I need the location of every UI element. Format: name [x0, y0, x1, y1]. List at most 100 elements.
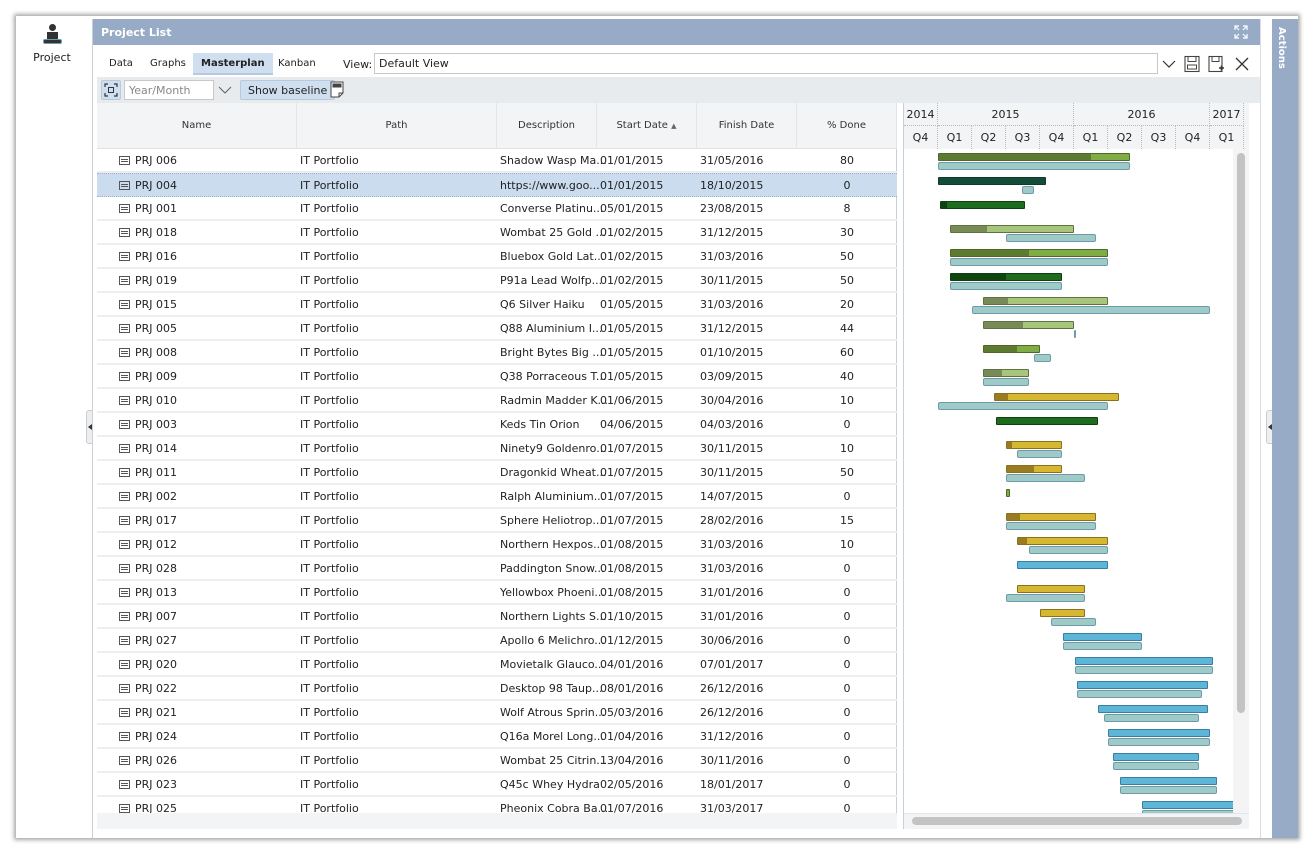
cell-done: 0	[843, 634, 851, 647]
cell-done: 15	[840, 514, 854, 527]
table-row[interactable]: PRJ 012 IT Portfolio Northern Hexpos... 01/…	[97, 533, 897, 557]
gantt-task-bar[interactable]	[1039, 609, 1086, 617]
gantt-task-bar[interactable]	[1017, 537, 1108, 545]
gantt-task-bar[interactable]	[995, 417, 1098, 425]
table-row[interactable]: PRJ 009 IT Portfolio Q38 Porraceous T... 01…	[97, 365, 897, 389]
gantt-task-bar[interactable]	[982, 369, 1030, 377]
gantt-baseline-bar	[938, 162, 1131, 170]
project-record-icon	[119, 516, 130, 525]
table-row[interactable]: PRJ 001 IT Portfolio Converse Platinu... 05…	[97, 197, 897, 221]
tab-masterplan[interactable]: Masterplan	[193, 53, 273, 75]
table-row[interactable]: PRJ 027 IT Portfolio Apollo 6 Melichro... 0…	[97, 629, 897, 653]
cell-done: 44	[840, 322, 854, 335]
table-row[interactable]: PRJ 026 IT Portfolio Wombat 25 Citrin... 13…	[97, 749, 897, 773]
cell-path: IT Portfolio	[300, 226, 359, 239]
table-row[interactable]: PRJ 015 IT Portfolio Q6 Silver Haiku 01/05/…	[97, 293, 897, 317]
cell-done: 0	[843, 562, 851, 575]
cell-path: IT Portfolio	[300, 346, 359, 359]
column-header-finish-date[interactable]: Finish Date	[697, 103, 797, 149]
gantt-task-bar[interactable]	[938, 153, 1131, 161]
time-scale-select[interactable]: Year/Month	[124, 80, 214, 100]
table-row[interactable]: PRJ 017 IT Portfolio Sphere Heliotrop... 01…	[97, 509, 897, 533]
cell-description: Northern Lights S...	[500, 610, 607, 623]
fit-to-screen-button[interactable]	[101, 80, 121, 100]
show-baseline-button[interactable]: Show baseline	[240, 80, 336, 100]
tab-kanban[interactable]: Kanban	[270, 53, 324, 75]
table-row[interactable]: PRJ 003 IT Portfolio Keds Tin Orion 04/06/2…	[97, 413, 897, 437]
table-row[interactable]: PRJ 023 IT Portfolio Q45c Whey Hydra 02/05/…	[97, 773, 897, 797]
gantt-task-bar[interactable]	[994, 393, 1119, 401]
gantt-task-bar[interactable]	[938, 177, 1047, 185]
gantt-task-bar[interactable]	[1112, 753, 1199, 761]
gantt-task-bar[interactable]	[949, 273, 1063, 281]
table-row[interactable]: PRJ 008 IT Portfolio Bright Bytes Big ... 0…	[97, 341, 897, 365]
close-icon[interactable]	[1233, 55, 1251, 73]
cell-finish: 30/11/2015	[700, 466, 764, 479]
gantt-quarter-label: Q3	[1006, 126, 1040, 149]
table-row[interactable]: PRJ 022 IT Portfolio Desktop 98 Taup... 08/…	[97, 677, 897, 701]
gantt-task-bar[interactable]	[949, 249, 1108, 257]
column-header-path[interactable]: Path	[297, 103, 497, 149]
maximize-icon[interactable]	[1234, 25, 1248, 39]
gantt-horizontal-scrollbar-track	[904, 813, 1249, 829]
gantt-quarter-label: Q1	[1210, 126, 1244, 149]
gantt-task-bar[interactable]	[1075, 657, 1213, 665]
gantt-task-bar[interactable]	[982, 321, 1074, 329]
table-row[interactable]: PRJ 016 IT Portfolio Bluebox Gold Lat... 01…	[97, 245, 897, 269]
table-row[interactable]: PRJ 007 IT Portfolio Northern Lights S... 0…	[97, 605, 897, 629]
gantt-baseline-bar	[1103, 714, 1199, 722]
table-row[interactable]: PRJ 018 IT Portfolio Wombat 25 Gold ... 01/…	[97, 221, 897, 245]
chevron-down-icon[interactable]	[1160, 55, 1178, 73]
table-row[interactable]: PRJ 006 IT Portfolio Shadow Wasp Ma... 01/0…	[97, 149, 897, 173]
gantt-task-bar[interactable]	[1062, 633, 1142, 641]
gantt-task-bar[interactable]	[949, 225, 1074, 233]
cell-path: IT Portfolio	[300, 778, 359, 791]
gantt-task-bar[interactable]	[1005, 465, 1063, 473]
table-row[interactable]: PRJ 014 IT Portfolio Ninety9 Goldenro... 01…	[97, 437, 897, 461]
gantt-task-bar[interactable]	[939, 201, 1026, 209]
table-row[interactable]: PRJ 010 IT Portfolio Radmin Madder K... 01/…	[97, 389, 897, 413]
table-row[interactable]: PRJ 011 IT Portfolio Dragonkid Wheat... 01/…	[97, 461, 897, 485]
table-row[interactable]: PRJ 013 IT Portfolio Yellowbox Phoeni... 01…	[97, 581, 897, 605]
table-row[interactable]: PRJ 002 IT Portfolio Ralph Aluminium... 01/…	[97, 485, 897, 509]
gantt-task-bar[interactable]	[1005, 489, 1011, 497]
table-row[interactable]: PRJ 019 IT Portfolio P91a Lead Wolfp... 01/…	[97, 269, 897, 293]
gantt-task-bar[interactable]	[1005, 513, 1096, 521]
chevron-down-icon[interactable]	[216, 81, 234, 99]
view-select[interactable]: Default View	[374, 53, 1158, 74]
cell-finish: 23/08/2015	[700, 202, 764, 215]
gantt-task-bar[interactable]	[1017, 561, 1108, 569]
cell-description: Apollo 6 Melichro...	[500, 634, 605, 647]
table-row[interactable]: PRJ 004 IT Portfolio https://www.goo... 01/…	[97, 173, 897, 197]
project-record-icon	[119, 396, 130, 405]
table-row[interactable]: PRJ 021 IT Portfolio Wolf Atrous Sprin... 0…	[97, 701, 897, 725]
table-row[interactable]: PRJ 024 IT Portfolio Q16a Morel Long... 01/…	[97, 725, 897, 749]
column-header-percent-done[interactable]: % Done	[797, 103, 897, 149]
nav-item-project[interactable]: Project	[16, 24, 88, 64]
gantt-horizontal-scrollbar[interactable]	[912, 817, 1242, 825]
gantt-task-bar[interactable]	[1119, 777, 1217, 785]
gantt-vertical-scrollbar[interactable]	[1237, 153, 1245, 713]
cell-finish: 31/05/2016	[700, 154, 764, 167]
table-row[interactable]: PRJ 028 IT Portfolio Paddington Snow... 01/…	[97, 557, 897, 581]
table-row[interactable]: PRJ 020 IT Portfolio Movietalk Glauco... 04…	[97, 653, 897, 677]
tab-data[interactable]: Data	[101, 53, 141, 75]
gantt-task-bar[interactable]	[982, 345, 1040, 353]
column-header-start-date[interactable]: Start Date ▲	[597, 103, 697, 149]
gantt-task-bar[interactable]	[1108, 729, 1211, 737]
gantt-task-bar[interactable]	[1005, 441, 1063, 449]
column-header-name[interactable]: Name	[97, 103, 297, 149]
actions-sidebar[interactable]: Actions	[1272, 19, 1298, 838]
pdf-export-icon[interactable]	[329, 81, 345, 98]
gantt-task-bar[interactable]	[1141, 801, 1244, 809]
gantt-task-bar[interactable]	[1017, 585, 1086, 593]
table-row[interactable]: PRJ 005 IT Portfolio Q88 Aluminium I... 01/…	[97, 317, 897, 341]
save-view-as-icon[interactable]	[1207, 55, 1225, 73]
gantt-baseline-bar	[1005, 522, 1096, 530]
save-view-icon[interactable]	[1183, 55, 1201, 73]
tab-graphs[interactable]: Graphs	[142, 53, 194, 75]
gantt-task-bar[interactable]	[1076, 681, 1209, 689]
gantt-task-bar[interactable]	[1098, 705, 1209, 713]
column-header-description[interactable]: Description	[497, 103, 597, 149]
gantt-task-bar[interactable]	[982, 297, 1108, 305]
